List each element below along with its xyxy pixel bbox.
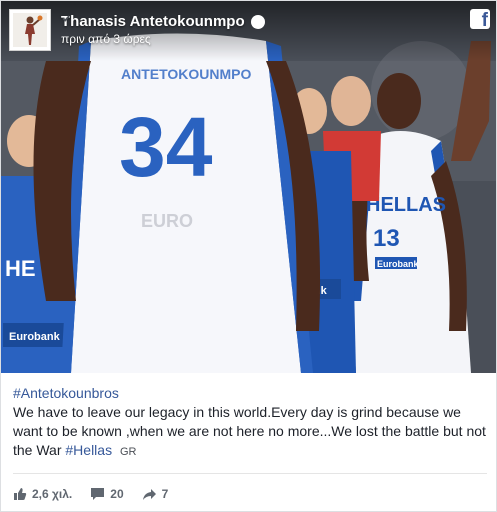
author-line: Thanasis Antetokounmpo — [61, 13, 265, 30]
svg-text:HE: HE — [5, 256, 36, 281]
hashtag-hellas[interactable]: #Hellas — [65, 442, 112, 458]
likes-count: 2,6 χιλ. — [32, 487, 73, 501]
svg-text:34: 34 — [119, 100, 213, 194]
hashtag-antetokounbros[interactable]: #Antetokounbros — [13, 384, 487, 403]
author-name[interactable]: Thanasis Antetokounmpo — [61, 13, 245, 30]
post-text: #Antetokounbros We have to leave our leg… — [13, 384, 487, 462]
header-gradient — [1, 1, 496, 61]
author-avatar[interactable] — [9, 9, 51, 51]
comments-count: 20 — [110, 487, 124, 501]
svg-text:EURO: EURO — [141, 211, 193, 231]
avatar-player-icon — [13, 13, 47, 47]
post-timestamp[interactable]: πριν από 3 ώρες — [61, 32, 151, 46]
verified-badge-icon — [62, 14, 265, 29]
share-arrow-icon — [142, 488, 156, 500]
post-photo[interactable]: HELLAS 13 Eurobank Eurobank HE Eurobank — [1, 1, 496, 373]
shares-count: 7 — [161, 487, 169, 501]
divider — [13, 473, 487, 474]
post-body: We have to leave our legacy in this worl… — [13, 403, 487, 462]
svg-text:Eurobank: Eurobank — [9, 331, 61, 343]
comments-count-button[interactable]: 20 — [90, 487, 124, 501]
thumbs-up-icon — [14, 488, 27, 500]
svg-text:ANTETOKOUNMPO: ANTETOKOUNMPO — [121, 66, 252, 82]
svg-text:13: 13 — [373, 225, 400, 252]
language-tag[interactable]: GR — [120, 446, 137, 458]
facebook-logo-icon[interactable]: f — [470, 9, 490, 29]
comment-icon — [91, 488, 105, 500]
svg-text:Eurobank: Eurobank — [377, 259, 420, 269]
facebook-post-card: HELLAS 13 Eurobank Eurobank HE Eurobank — [0, 0, 497, 512]
likes-count-button[interactable]: 2,6 χιλ. — [13, 487, 72, 501]
shares-count-button[interactable]: 7 — [142, 487, 169, 501]
engagement-bar: 2,6 χιλ. 20 7 — [13, 484, 186, 504]
